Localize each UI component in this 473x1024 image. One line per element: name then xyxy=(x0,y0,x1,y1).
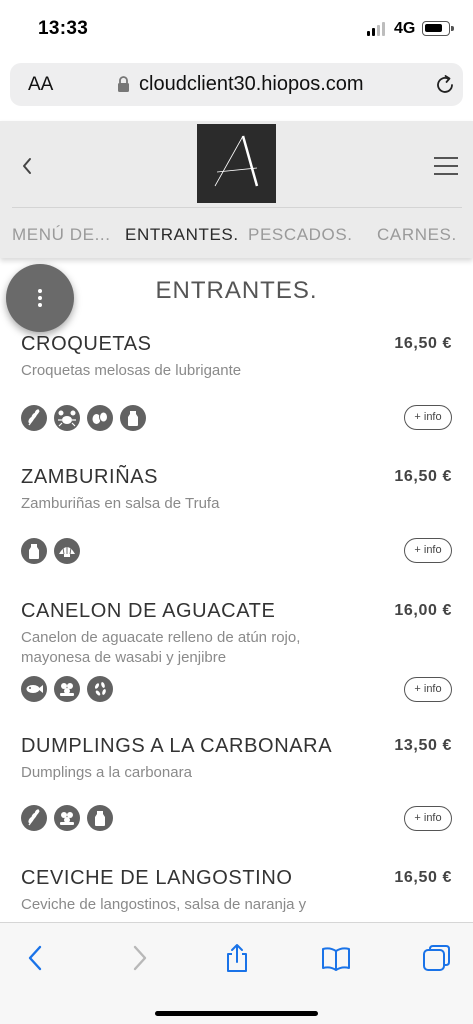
gluten-icon xyxy=(21,405,47,431)
browser-toolbar xyxy=(0,922,473,1024)
tabs-icon[interactable] xyxy=(422,943,452,973)
text-size-button[interactable]: AA xyxy=(28,74,53,96)
bookmarks-icon[interactable] xyxy=(321,943,351,973)
mustard-icon xyxy=(54,805,80,831)
milk-icon xyxy=(87,805,113,831)
address-bar[interactable]: AA cloudclient30.hiopos.com xyxy=(10,63,463,106)
status-bar: 13:33 4G xyxy=(0,0,473,58)
milk-icon xyxy=(21,538,47,564)
network-type: 4G xyxy=(394,20,416,37)
tab-carnes[interactable]: CARNES. xyxy=(377,225,457,245)
restaurant-logo[interactable] xyxy=(197,124,276,203)
item-price: 16,50 € xyxy=(394,468,452,485)
item-description: Canelon de aguacate relleno de atún rojo… xyxy=(21,629,301,666)
lock-icon xyxy=(118,76,129,92)
tab-entrantes[interactable]: ENTRANTES. xyxy=(125,225,239,245)
reload-icon[interactable] xyxy=(434,74,456,96)
tabs-divider xyxy=(12,207,462,208)
tab-pescados[interactable]: PESCADOS. xyxy=(248,225,353,245)
item-price: 16,50 € xyxy=(394,335,452,352)
tab-menu-del-dia[interactable]: MENÚ DE... xyxy=(12,225,111,245)
sesame-icon xyxy=(87,676,113,702)
fish-icon xyxy=(21,676,47,702)
mustard-icon xyxy=(54,676,80,702)
gluten-icon xyxy=(21,805,47,831)
share-icon[interactable] xyxy=(222,943,252,973)
text-size-label: AA xyxy=(28,74,54,95)
item-price: 16,50 € xyxy=(394,869,452,886)
info-button[interactable]: + info xyxy=(404,806,452,831)
item-name: CEVICHE DE LANGOSTINO xyxy=(21,867,293,889)
forward-icon[interactable] xyxy=(124,943,154,973)
item-description: Croquetas melosas de lubrigante xyxy=(21,362,242,379)
item-name: CANELON DE AGUACATE xyxy=(21,600,276,622)
url-text[interactable]: cloudclient30.hiopos.com xyxy=(139,73,364,96)
hamburger-menu-icon[interactable] xyxy=(434,157,458,175)
signal-icon xyxy=(367,22,387,36)
back-arrow-icon[interactable] xyxy=(18,154,36,178)
item-description: Zamburiñas en salsa de Trufa xyxy=(21,495,220,512)
home-indicator xyxy=(155,1011,318,1016)
item-name: ZAMBURIÑAS xyxy=(21,466,159,488)
item-description: Dumplings a la carbonara xyxy=(21,764,192,781)
battery-icon xyxy=(422,21,454,36)
item-name: CROQUETAS xyxy=(21,333,152,355)
item-price: 13,50 € xyxy=(394,737,452,754)
more-options-button[interactable] xyxy=(6,264,74,332)
egg-icon xyxy=(87,405,113,431)
status-time: 13:33 xyxy=(38,18,89,39)
crustacean-icon xyxy=(54,405,80,431)
mollusc-icon xyxy=(54,538,80,564)
item-name: DUMPLINGS A LA CARBONARA xyxy=(21,735,333,757)
item-description: Ceviche de langostinos, salsa de naranja… xyxy=(21,896,307,913)
milk-icon xyxy=(120,405,146,431)
back-icon[interactable] xyxy=(21,943,51,973)
app-header: MENÚ DE... ENTRANTES. PESCADOS. CARNES. xyxy=(0,121,473,258)
item-price: 16,00 € xyxy=(394,602,452,619)
info-button[interactable]: + info xyxy=(404,538,452,563)
info-button[interactable]: + info xyxy=(404,405,452,430)
info-button[interactable]: + info xyxy=(404,677,452,702)
